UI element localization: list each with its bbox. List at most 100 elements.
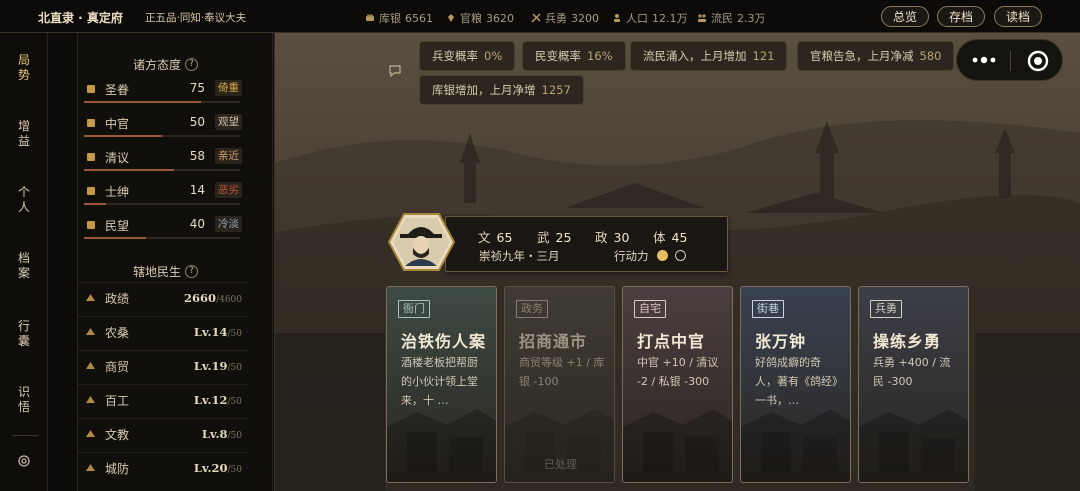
- card-bribe-eunuch[interactable]: 自宅 打点中官 中官 +10 / 清议 -2 / 私银 -300: [622, 286, 733, 483]
- location-label: 北直隶 · 真定府: [38, 11, 123, 25]
- card-merchant-trade[interactable]: 政务 招商通市 商贸等级 +1 / 库银 -100 已处理: [504, 286, 615, 483]
- faction-value: 58: [189, 149, 205, 163]
- faction-name: 中官: [105, 117, 130, 131]
- nav-buffs[interactable]: 增 益: [0, 119, 48, 149]
- stat-value: Lv.12/50: [193, 393, 242, 407]
- card-description: 商贸等级 +1 / 库银 -100: [519, 356, 605, 388]
- faction-name: 民望: [105, 219, 130, 233]
- faction-value: 40: [189, 217, 205, 231]
- factions-title: 诸方态度?: [133, 56, 199, 73]
- faction-zhongguan[interactable]: 中官 50 观望: [80, 112, 244, 144]
- stat-name: 文教: [105, 428, 130, 442]
- save-button[interactable]: 存档: [937, 6, 985, 27]
- nav-situation[interactable]: 局 势: [0, 53, 48, 83]
- faction-bar-fill: [84, 101, 201, 103]
- faction-shishen[interactable]: 士绅 14 恶劣: [80, 180, 244, 212]
- card-tag: 街巷: [752, 300, 784, 318]
- stat-merit[interactable]: 政绩 2660/4600: [78, 282, 248, 313]
- card-description: 中官 +10 / 清议 -2 / 私银 -300: [637, 356, 719, 388]
- attr-physique: 体 45: [653, 230, 688, 245]
- faction-value: 50: [189, 115, 205, 129]
- faction-name: 清议: [105, 151, 130, 165]
- faction-name: 圣眷: [105, 83, 130, 97]
- refugee-icon: [698, 14, 706, 22]
- nav-insight[interactable]: 识 悟: [0, 385, 48, 415]
- faction-tag: 倚重: [215, 80, 242, 96]
- nav-inventory[interactable]: 行 囊: [0, 319, 48, 349]
- card-title: 张万钟: [755, 332, 807, 351]
- card-done-label: 已处理: [544, 458, 577, 471]
- faction-bar-fill: [84, 203, 106, 205]
- faction-bar: [84, 101, 240, 103]
- card-iron-case[interactable]: 衙门 治铁伤人案 酒楼老板把帮厨的小伙计领上堂来，十 …: [386, 286, 497, 483]
- top-bar: 北直隶 · 真定府 正五品·同知·奉议大夫 库银 6561 官粮 3620 兵勇 32…: [0, 0, 1080, 33]
- faction-tag: 冷淡: [215, 216, 242, 232]
- domain-stats-help-icon[interactable]: ?: [185, 265, 199, 278]
- capsule-divider: [1010, 51, 1011, 71]
- mutiny-chance-chip: 兵变概率 0%: [419, 41, 516, 71]
- faction-qingyi[interactable]: 清议 58 亲近: [80, 146, 244, 178]
- silver-increase-chip: 库银增加，上月净增 1257: [419, 75, 584, 105]
- faction-tag: 恶劣: [215, 182, 242, 198]
- stat-craft[interactable]: 百工 Lv.12/50: [78, 384, 248, 415]
- card-train-militia[interactable]: 兵勇操练乡勇兵勇 +400 / 流民 -300: [858, 286, 969, 483]
- card-tag: 政务: [516, 300, 548, 318]
- faction-tag: 亲近: [215, 148, 242, 164]
- emperor-icon: [87, 85, 95, 93]
- stat-value: Lv.14/50: [193, 325, 242, 339]
- stat-name: 政绩: [105, 292, 130, 306]
- faction-minwang[interactable]: 民望 40 冷淡: [80, 214, 244, 246]
- nav-personal[interactable]: 个 人: [0, 185, 48, 215]
- miniapp-capsule: [956, 39, 1063, 81]
- attr-martial: 武 25: [537, 230, 572, 245]
- action-point-filled: [657, 250, 668, 261]
- settings-icon[interactable]: [17, 454, 31, 468]
- scholar-icon: [87, 153, 95, 161]
- resource-population: 人口 12.1万: [612, 10, 688, 26]
- eunuch-icon: [87, 119, 95, 127]
- faction-bar-fill: [84, 237, 147, 239]
- faction-bar-fill: [84, 135, 162, 137]
- faction-shengjuan[interactable]: 圣眷 75 倚重: [80, 78, 244, 110]
- stat-defense[interactable]: 城防 Lv.20/50: [78, 452, 248, 483]
- game-date: 崇祯九年・三月: [479, 249, 560, 263]
- defense-icon: [86, 464, 95, 471]
- stat-farming[interactable]: 农桑 Lv.14/50: [78, 316, 248, 347]
- faction-name: 士绅: [105, 185, 130, 199]
- faction-bar-fill: [84, 169, 175, 171]
- overview-button[interactable]: 总览: [881, 6, 929, 27]
- nav-archive[interactable]: 档 案: [0, 251, 48, 281]
- faction-bar: [84, 203, 240, 205]
- card-zhang-wanzhong[interactable]: 街巷张万钟好鸽成癖的奇人，著有《鸽经》一书，…: [740, 286, 851, 483]
- grain-icon: [448, 14, 454, 22]
- official-portrait[interactable]: [388, 212, 455, 272]
- faction-value: 14: [189, 183, 205, 197]
- faction-value: 75: [189, 81, 205, 95]
- stat-name: 农桑: [105, 326, 130, 340]
- close-target-icon[interactable]: [1026, 49, 1050, 73]
- factions-help-icon[interactable]: ?: [185, 58, 199, 71]
- card-illustration: [859, 409, 968, 482]
- card-title: 操练乡勇: [873, 332, 942, 351]
- card-title: 治铁伤人案: [401, 332, 487, 351]
- card-description: 好鸽成癖的奇人，著有《鸽经》一书，…: [755, 356, 838, 407]
- trade-icon: [86, 362, 95, 369]
- gentry-icon: [87, 187, 95, 195]
- faction-bar: [84, 135, 240, 137]
- card-tag: 兵勇: [870, 300, 902, 318]
- stat-education[interactable]: 文教 Lv.8/50: [78, 418, 248, 449]
- farming-icon: [86, 328, 95, 335]
- craft-icon: [86, 396, 95, 403]
- action-points-label: 行动力: [614, 249, 649, 263]
- message-icon[interactable]: [389, 65, 401, 77]
- silver-icon: [366, 14, 374, 21]
- stat-name: 百工: [105, 394, 130, 408]
- load-button[interactable]: 读档: [994, 6, 1042, 27]
- attr-literary: 文 65: [478, 230, 513, 245]
- card-illustration: [623, 409, 732, 482]
- merit-icon: [86, 294, 95, 301]
- card-description: 兵勇 +400 / 流民 -300: [873, 356, 951, 388]
- more-options-icon[interactable]: [971, 53, 997, 67]
- stat-trade[interactable]: 商贸 Lv.19/50: [78, 350, 248, 381]
- faction-tag: 观望: [215, 114, 242, 130]
